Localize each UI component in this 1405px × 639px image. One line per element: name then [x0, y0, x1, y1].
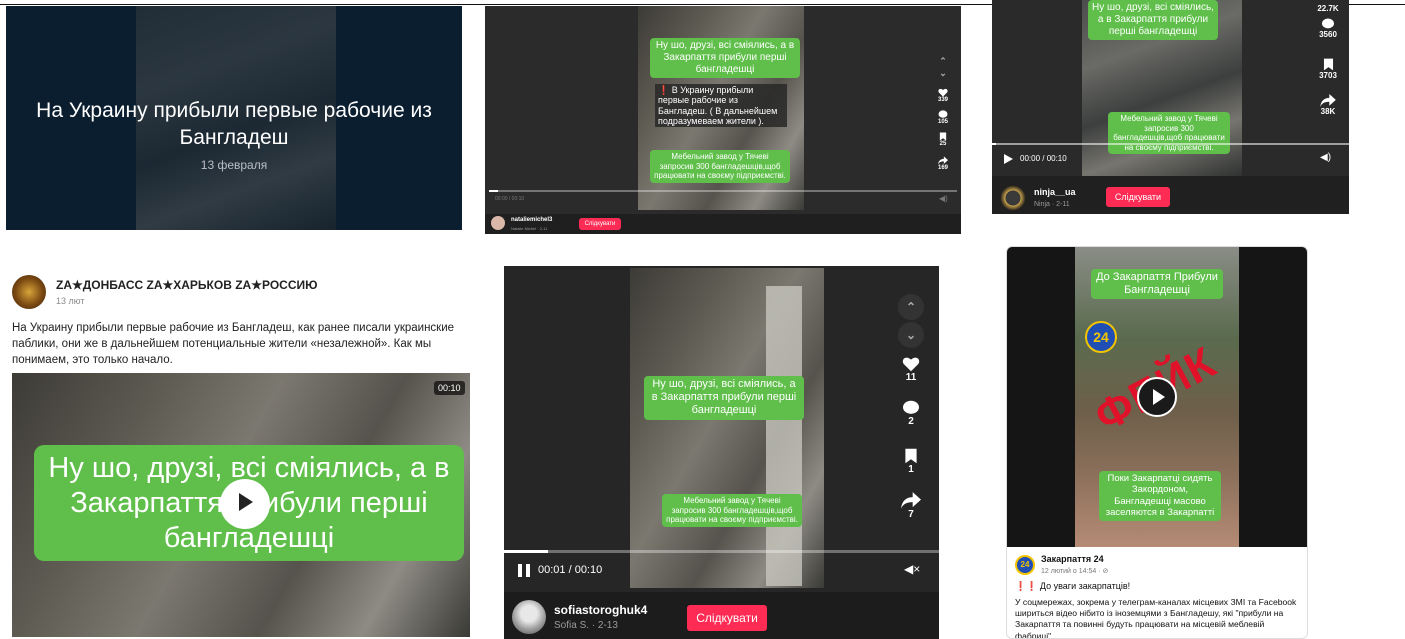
progress-bar[interactable]	[504, 550, 939, 553]
share-count: 7	[908, 509, 914, 520]
share-button[interactable]: 38K	[1308, 94, 1348, 116]
comment-button[interactable]: 105	[931, 110, 955, 125]
caption-top: Ну шо, друзі, всі сміялись, а в Закарпат…	[650, 38, 800, 78]
heart-icon	[938, 88, 948, 97]
pause-icon[interactable]	[518, 564, 530, 577]
playback-time: 00:00 / 00:10	[495, 196, 525, 202]
scroll-up-icon[interactable]: ⌃	[898, 294, 924, 320]
door-frame	[766, 286, 802, 586]
video-frame[interactable]: Ну шо, друзі, всі сміялись, а в Закарпат…	[504, 266, 939, 592]
bookmark-icon	[1323, 58, 1333, 71]
video-frame[interactable]: Ну шо, друзі, всі сміялись, а в Закарпат…	[485, 6, 961, 214]
video-frame[interactable]: До Закарпаття Прибули Бангладешці 24 ФЕЙ…	[1007, 247, 1307, 547]
video-frame[interactable]: Ну шо, друзі, всі сміялись, а в Закарпат…	[992, 0, 1349, 176]
like-button[interactable]: 339	[931, 88, 955, 103]
mute-icon[interactable]: ◀×	[904, 562, 920, 576]
scroll-down-icon[interactable]: ⌄	[898, 322, 924, 348]
share-icon	[1320, 94, 1336, 107]
page-avatar[interactable]: 24	[1015, 555, 1035, 575]
post-text: У соцмережах, зокрема у телеграм-каналах…	[1015, 597, 1297, 639]
share-count: 38K	[1320, 107, 1336, 116]
user-subline: Natalie Michel · 2-11	[511, 226, 548, 231]
share-count: 169	[937, 165, 948, 171]
share-button[interactable]: 7	[894, 492, 928, 520]
user-subline: Sofia S. · 2-13	[554, 620, 618, 631]
follow-button[interactable]: Слідкувати	[687, 605, 767, 631]
share-button[interactable]: 169	[931, 156, 955, 171]
channel-24-logo: 24	[1085, 321, 1117, 353]
bookmark-icon	[905, 448, 917, 464]
caption-top: Ну шо, друзі, всі сміялись, а в Закарпат…	[1088, 0, 1218, 40]
like-count: 339	[937, 97, 948, 103]
like-button[interactable]: 11	[894, 356, 928, 383]
share-icon	[901, 492, 921, 509]
caption-bottom: Мебельний завод у Тячеві запросив 300 ба…	[662, 494, 802, 527]
post-text: На Украину прибыли первые рабочие из Бан…	[12, 322, 455, 367]
scroll-up-icon[interactable]: ⌃	[934, 56, 952, 67]
play-pause-icon[interactable]	[1004, 154, 1013, 164]
playback-time: 00:01 / 00:10	[538, 564, 603, 576]
caption-top: До Закарпаття Прибули Бангладешці	[1091, 269, 1223, 300]
alert-line: ❗❗ До уваги закарпатців!	[1015, 581, 1131, 591]
username[interactable]: sofiastoroghuk4	[554, 603, 647, 617]
comment-icon	[938, 110, 948, 118]
save-count: 25	[939, 141, 947, 147]
tiktok-post-panel-3: Ну шо, друзі, всі сміялись, а в Закарпат…	[504, 266, 939, 639]
save-count: 1	[908, 464, 914, 475]
video-player[interactable]: 00:10 Ну шо, друзі, всі сміялись, а в За…	[12, 373, 470, 637]
comment-icon	[903, 400, 919, 414]
caption-bottom: Мебельний завод у Тячеві запросив 300 ба…	[650, 150, 790, 183]
page-name[interactable]: ZA★ДОНБАСС ZA★ХАРЬКОВ ZA★РОССИЮ	[56, 278, 317, 292]
username[interactable]: ninja__ua	[1034, 187, 1076, 197]
heart-icon	[902, 357, 920, 372]
play-button[interactable]	[1137, 377, 1177, 417]
volume-icon[interactable]: ◀)	[1320, 152, 1331, 163]
comment-count: 3560	[1319, 30, 1337, 39]
avatar[interactable]	[1000, 185, 1026, 211]
save-button[interactable]: 1	[894, 448, 928, 475]
news-headline: На Украину прибыли первые рабочие из Бан…	[36, 99, 432, 149]
news-date: 13 февраля	[200, 158, 268, 172]
facebook-post-panel: До Закарпаття Прибули Бангладешці 24 ФЕЙ…	[1006, 246, 1308, 639]
progress-bar[interactable]	[992, 143, 1349, 145]
volume-icon[interactable]: ◀)	[939, 194, 948, 203]
caption-bottom: Мебельний завод у Тячеві запросив 300 ба…	[1108, 112, 1230, 155]
scroll-down-icon[interactable]: ⌄	[934, 68, 952, 79]
save-button[interactable]: 25	[931, 132, 955, 147]
follow-button[interactable]: Слідкувати	[1106, 187, 1170, 207]
tiktok-post-panel-2: Ну шо, друзі, всі сміялись, а в Закарпат…	[992, 0, 1349, 214]
duration-badge: 00:10	[434, 381, 465, 395]
username[interactable]: nataliemichel3	[511, 217, 552, 223]
save-button[interactable]: 3703	[1308, 58, 1348, 80]
playback-time: 00:00 / 00:10	[1020, 154, 1067, 163]
save-count: 3703	[1319, 71, 1337, 80]
user-subline: Ninja · 2-11	[1034, 201, 1070, 208]
vk-post-panel: ZA★ДОНБАСС ZA★ХАРЬКОВ ZA★РОССИЮ 13 лют Н…	[6, 265, 472, 639]
caption-top: Ну шо, друзі, всі сміялись, а в Закарпат…	[644, 376, 804, 420]
avatar[interactable]	[491, 216, 505, 230]
comment-icon	[1322, 18, 1334, 29]
follow-button[interactable]: Слідкувати	[579, 218, 621, 230]
play-button[interactable]	[220, 479, 270, 529]
page-logo[interactable]	[12, 275, 46, 309]
comment-count: 2	[908, 416, 914, 427]
like-count: 11	[905, 372, 917, 383]
caption-bottom: Поки Закарпатці сидять Закордоном, Бангл…	[1099, 471, 1221, 521]
like-count: 22.7K	[1317, 4, 1339, 13]
comment-button[interactable]: 2	[894, 400, 928, 427]
caption-warning: ❗ В Украину прибыли первые рабочие из Ба…	[655, 84, 787, 128]
comment-count: 105	[937, 119, 948, 125]
progress-bar[interactable]	[489, 190, 957, 192]
bookmark-icon	[939, 132, 947, 141]
comment-button[interactable]: 3560	[1308, 18, 1348, 39]
news-thumbnail-panel[interactable]: На Украину прибыли первые рабочие из Бан…	[6, 6, 462, 230]
post-time: 12 лютий о 14:54 · ⊘	[1041, 568, 1109, 575]
avatar[interactable]	[512, 600, 546, 634]
share-icon	[938, 156, 948, 165]
post-time: 13 лют	[56, 296, 85, 306]
page-name[interactable]: Закарпаття 24	[1041, 554, 1104, 564]
tiktok-post-panel-1: Ну шо, друзі, всі сміялись, а в Закарпат…	[485, 6, 961, 234]
